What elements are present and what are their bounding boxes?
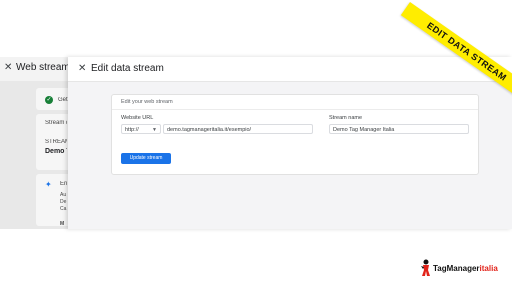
background-close-icon[interactable]: ✕ <box>4 62 12 73</box>
status-text: Get <box>58 97 68 103</box>
enhanced-desc-1: Au <box>60 192 67 198</box>
enhanced-desc-3: Ca <box>60 206 67 212</box>
website-url-input[interactable]: demo.tagmanageritalia.it/esempio/ <box>163 124 313 134</box>
logo-mark-icon <box>421 259 430 276</box>
card-divider <box>112 109 478 110</box>
enhanced-desc-2: De <box>60 199 67 205</box>
website-url-label: Website URL <box>121 115 154 121</box>
background-title: Web stream de <box>16 62 68 73</box>
stream-name-label: Stream name <box>329 115 363 121</box>
stream-heading: Stream d <box>45 120 67 126</box>
update-stream-button[interactable]: Update stream <box>121 153 171 164</box>
check-circle-icon: ✓ <box>45 96 53 104</box>
website-url-value: demo.tagmanageritalia.it/esempio/ <box>167 127 252 133</box>
panel-title: Edit data stream <box>91 63 164 74</box>
edit-web-stream-card: Edit your web stream Website URL http://… <box>111 94 479 175</box>
stream-name-value: Demo Tag Manager Italia <box>333 127 395 133</box>
logo-text-accent: italia <box>479 264 498 273</box>
stream-label: STREAM <box>45 139 67 145</box>
footer-letter: M <box>60 221 65 227</box>
protocol-value: http:// <box>125 127 139 133</box>
sparkle-icon: ✦ <box>45 180 52 189</box>
stream-value: Demo T <box>45 148 67 155</box>
close-icon[interactable]: ✕ <box>78 63 86 74</box>
chevron-down-icon: ▼ <box>152 127 157 133</box>
card-title: Edit your web stream <box>121 99 173 105</box>
stream-name-input[interactable]: Demo Tag Manager Italia <box>329 124 469 134</box>
edit-data-stream-panel: ✕ Edit data stream Edit your web stream … <box>68 57 512 229</box>
panel-header: ✕ Edit data stream <box>68 57 512 82</box>
logo-text-main: TagManager <box>433 264 480 273</box>
logo-text: TagManageritalia <box>433 264 498 273</box>
protocol-select[interactable]: http:// ▼ <box>121 124 161 134</box>
tagmanageritalia-logo: TagManageritalia <box>420 258 510 278</box>
